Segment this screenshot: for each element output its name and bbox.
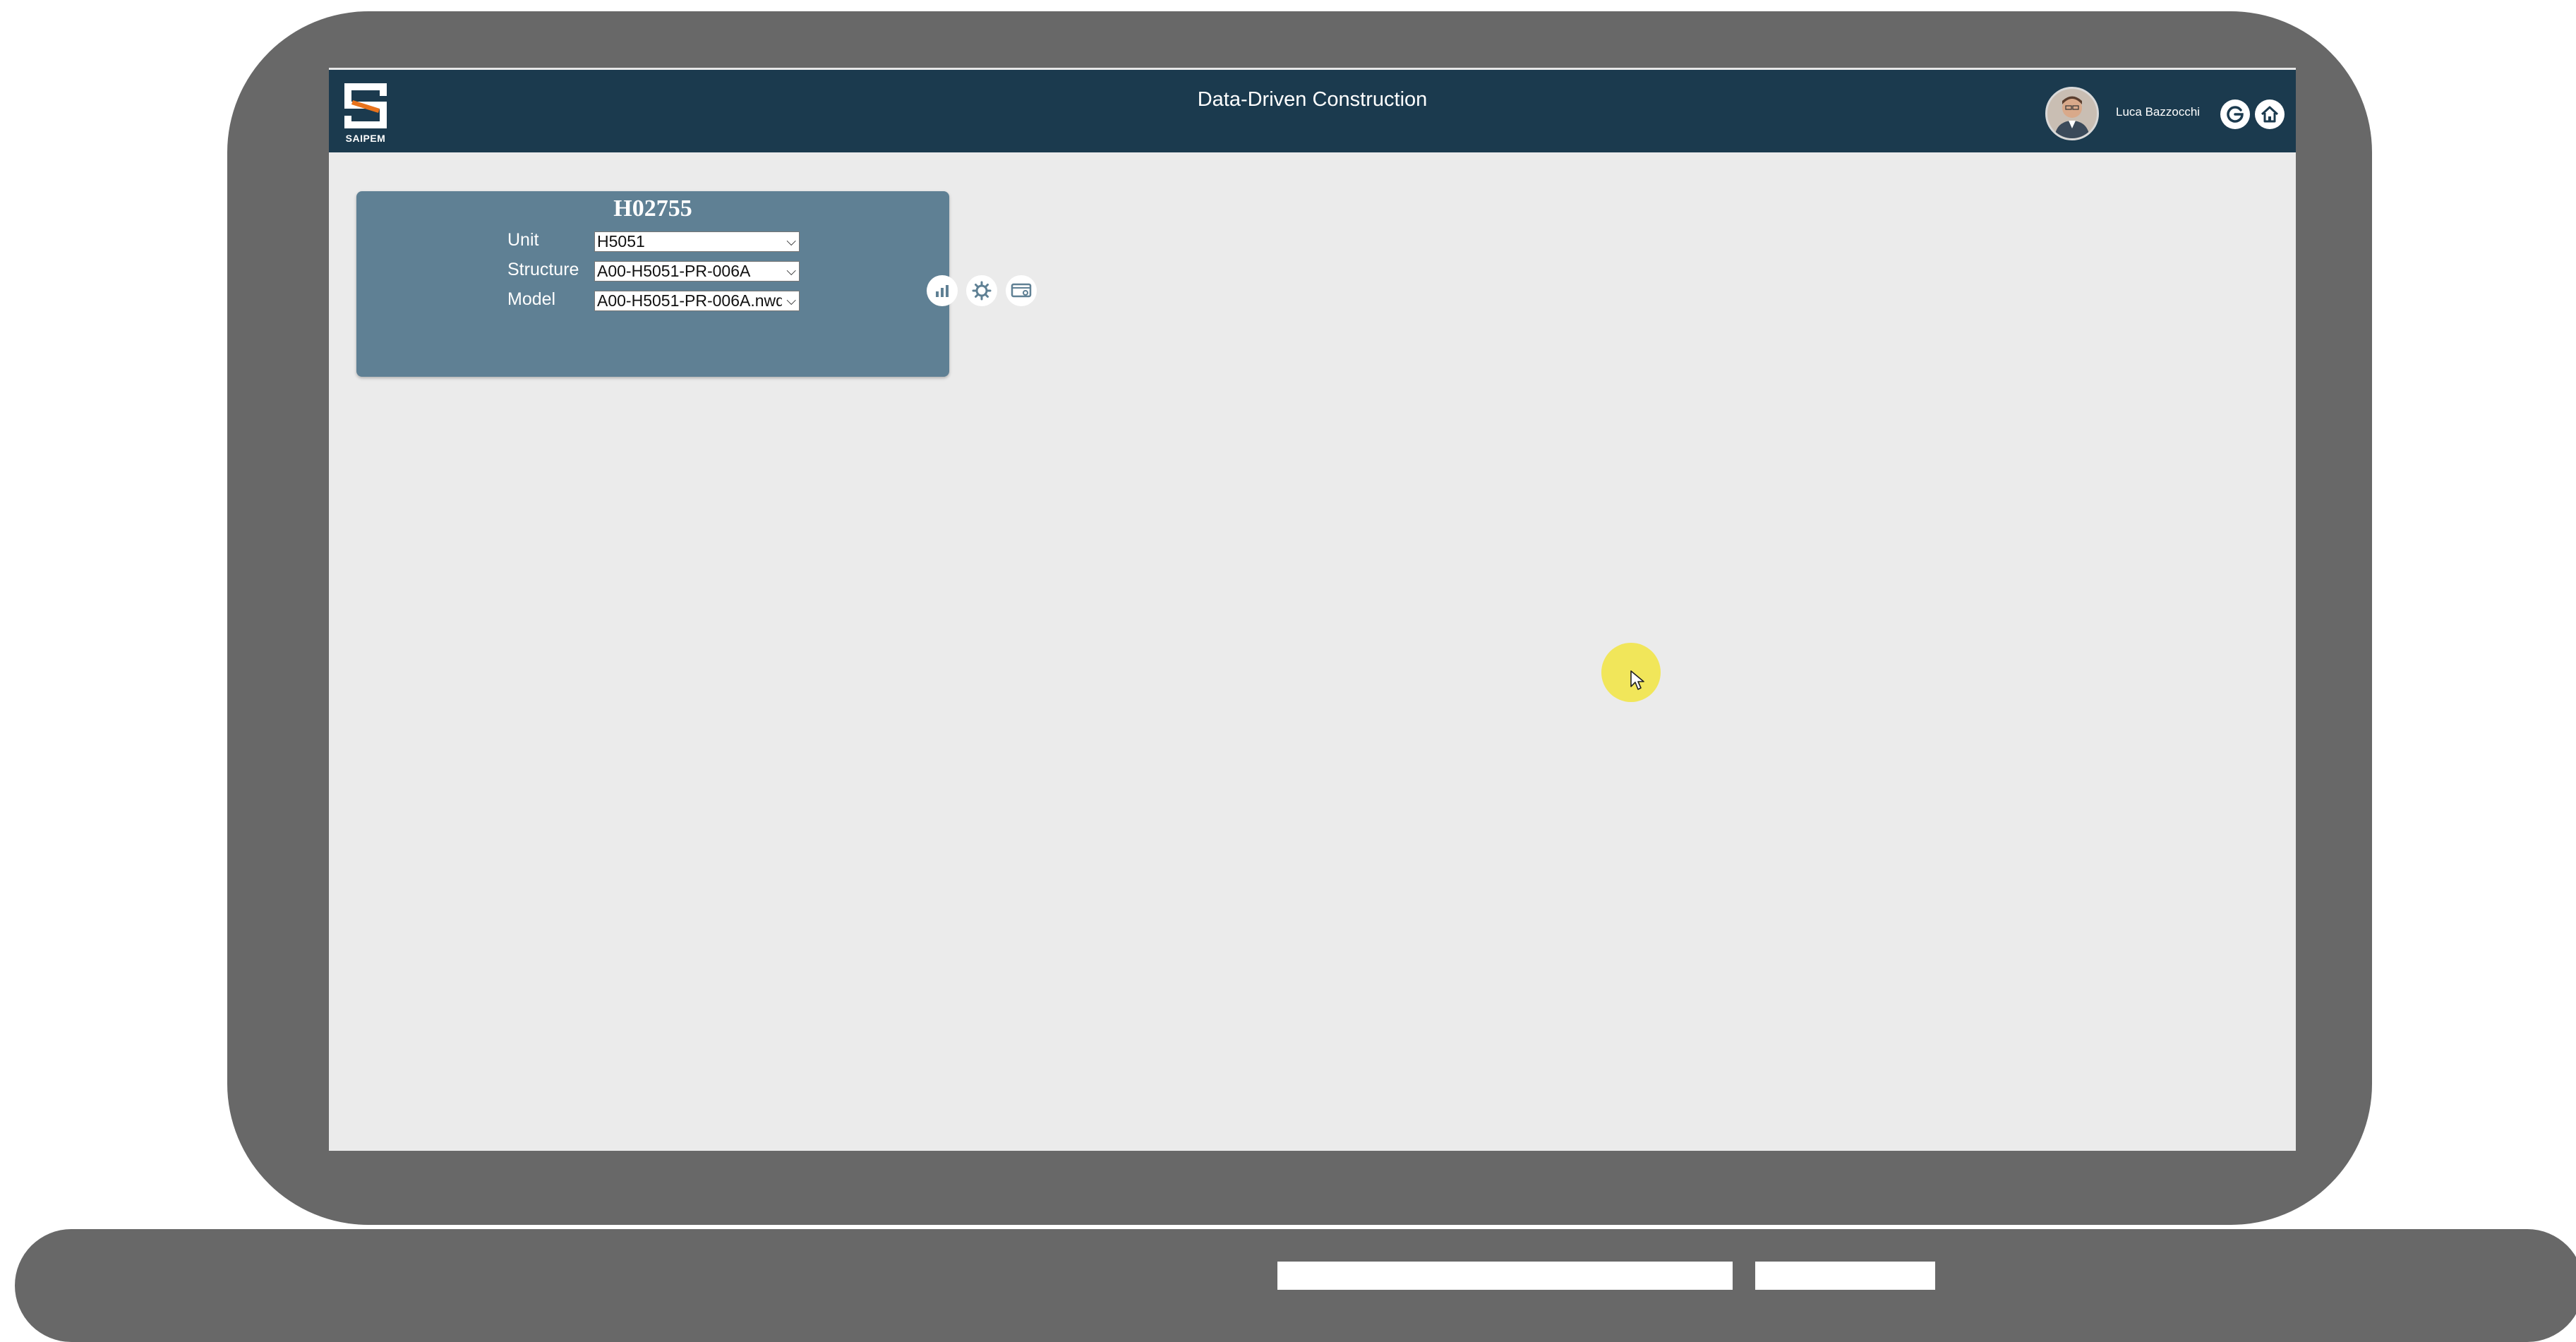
unit-select-value: H5051: [597, 232, 645, 250]
google-icon: [2227, 106, 2244, 123]
avatar-portrait-icon: [2047, 89, 2097, 138]
unit-select[interactable]: H5051 ⌵: [594, 231, 800, 252]
base-slot-right: [1755, 1262, 1935, 1290]
chevron-down-icon: ⌵: [786, 294, 796, 308]
user-avatar[interactable]: [2045, 87, 2099, 140]
model-select[interactable]: A00-H5051-PR-006A.nwd ⌵: [594, 291, 800, 311]
chevron-down-icon: ⌵: [786, 234, 796, 248]
analytics-button[interactable]: [927, 275, 958, 306]
home-button[interactable]: [2255, 99, 2285, 129]
viewer-icon: [1011, 283, 1032, 298]
base-slot-left: [1277, 1262, 1733, 1290]
chart-icon: [936, 285, 949, 297]
unit-label: Unit: [507, 230, 539, 250]
header-bar: SAIPEM Data-Driven Construction Luca Baz…: [329, 68, 2296, 152]
app-title: Data-Driven Construction: [1197, 88, 1428, 111]
home-icon: [2261, 106, 2279, 123]
google-button[interactable]: [2220, 99, 2250, 129]
chevron-down-icon: ⌵: [786, 264, 796, 278]
mouse-pointer-icon: [1630, 670, 1644, 690]
viewer-button[interactable]: [1006, 275, 1037, 306]
project-card: H02755 Unit H5051 ⌵ Structure A00-H5051-…: [356, 191, 949, 377]
structure-select-value: A00-H5051-PR-006A: [597, 262, 751, 280]
model-select-value: A00-H5051-PR-006A.nwd: [597, 291, 782, 310]
user-name[interactable]: Luca Bazzocchi: [2116, 105, 2200, 119]
settings-icon: [972, 281, 992, 301]
app-screen: SAIPEM Data-Driven Construction Luca Baz…: [329, 68, 2296, 1151]
structure-label: Structure: [507, 260, 579, 279]
project-code: H02755: [613, 195, 692, 222]
model-label: Model: [507, 289, 556, 309]
settings-button[interactable]: [966, 275, 997, 306]
structure-select[interactable]: A00-H5051-PR-006A ⌵: [594, 261, 800, 282]
logo-text: SAIPEM: [345, 133, 386, 144]
